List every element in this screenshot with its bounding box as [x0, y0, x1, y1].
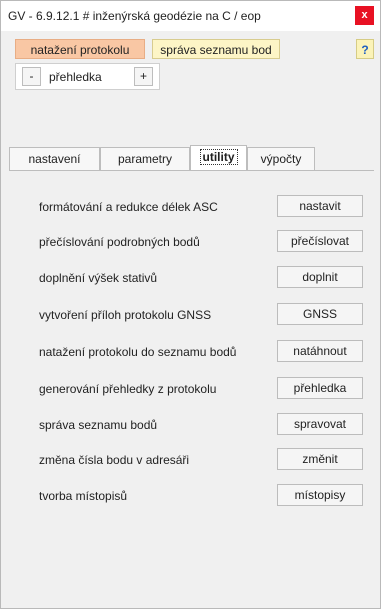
row-label-generovani: generování přehledky z protokolu [39, 382, 217, 396]
nastavit-button[interactable]: nastavit [277, 195, 363, 217]
natazeni-protokolu-button[interactable]: natažení protokolu [15, 39, 145, 59]
preciclovat-button[interactable]: přečíslovat [277, 230, 363, 252]
zoom-in-button[interactable]: + [134, 67, 153, 86]
doplnit-button[interactable]: doplnit [277, 266, 363, 288]
row-label-sprava: správa seznamu bodů [39, 418, 158, 432]
tab-utility-label: utility [199, 149, 238, 165]
spravovat-button[interactable]: spravovat [277, 413, 363, 435]
zoom-label: přehledka [49, 70, 102, 84]
row-label-zmena: změna čísla bodu v adresáři [39, 453, 190, 467]
natahnout-button[interactable]: natáhnout [277, 340, 363, 362]
close-button[interactable]: x [355, 6, 374, 25]
window-title: GV - 6.9.12.1 # inženýrská geodézie na C… [8, 9, 261, 23]
tab-vypocty[interactable]: výpočty [247, 147, 315, 171]
sprava-seznamu-button[interactable]: správa seznamu bod [152, 39, 280, 59]
row-label-formatovani: formátování a redukce délek ASC [39, 200, 218, 214]
row-label-preciclovani: přečíslování podrobných bodů [39, 235, 200, 249]
title-bar: GV - 6.9.12.1 # inženýrská geodézie na C… [1, 1, 380, 31]
gnss-button[interactable]: GNSS [277, 303, 363, 325]
help-button[interactable]: ? [356, 39, 374, 59]
tab-utility[interactable]: utility [190, 145, 247, 171]
tab-nastaveni[interactable]: nastavení [9, 147, 100, 171]
utility-panel: formátování a redukce délek ASC nastavit… [9, 170, 374, 598]
prehledka-button[interactable]: přehledka [277, 377, 363, 399]
zoom-out-button[interactable]: - [22, 67, 41, 86]
row-label-mistopisy: tvorba místopisů [39, 489, 128, 503]
mistopisy-button[interactable]: místopisy [277, 484, 363, 506]
row-label-gnss: vytvoření příloh protokolu GNSS [39, 308, 212, 322]
prehledka-zoom-control: - přehledka + [15, 63, 160, 90]
row-label-natazeni: natažení protokolu do seznamu bodů [39, 345, 237, 359]
zmenit-button[interactable]: změnit [277, 448, 363, 470]
tab-parametry[interactable]: parametry [100, 147, 190, 171]
row-label-doplneni: doplnění výšek stativů [39, 271, 158, 285]
app-window: GV - 6.9.12.1 # inženýrská geodézie na C… [0, 0, 381, 609]
